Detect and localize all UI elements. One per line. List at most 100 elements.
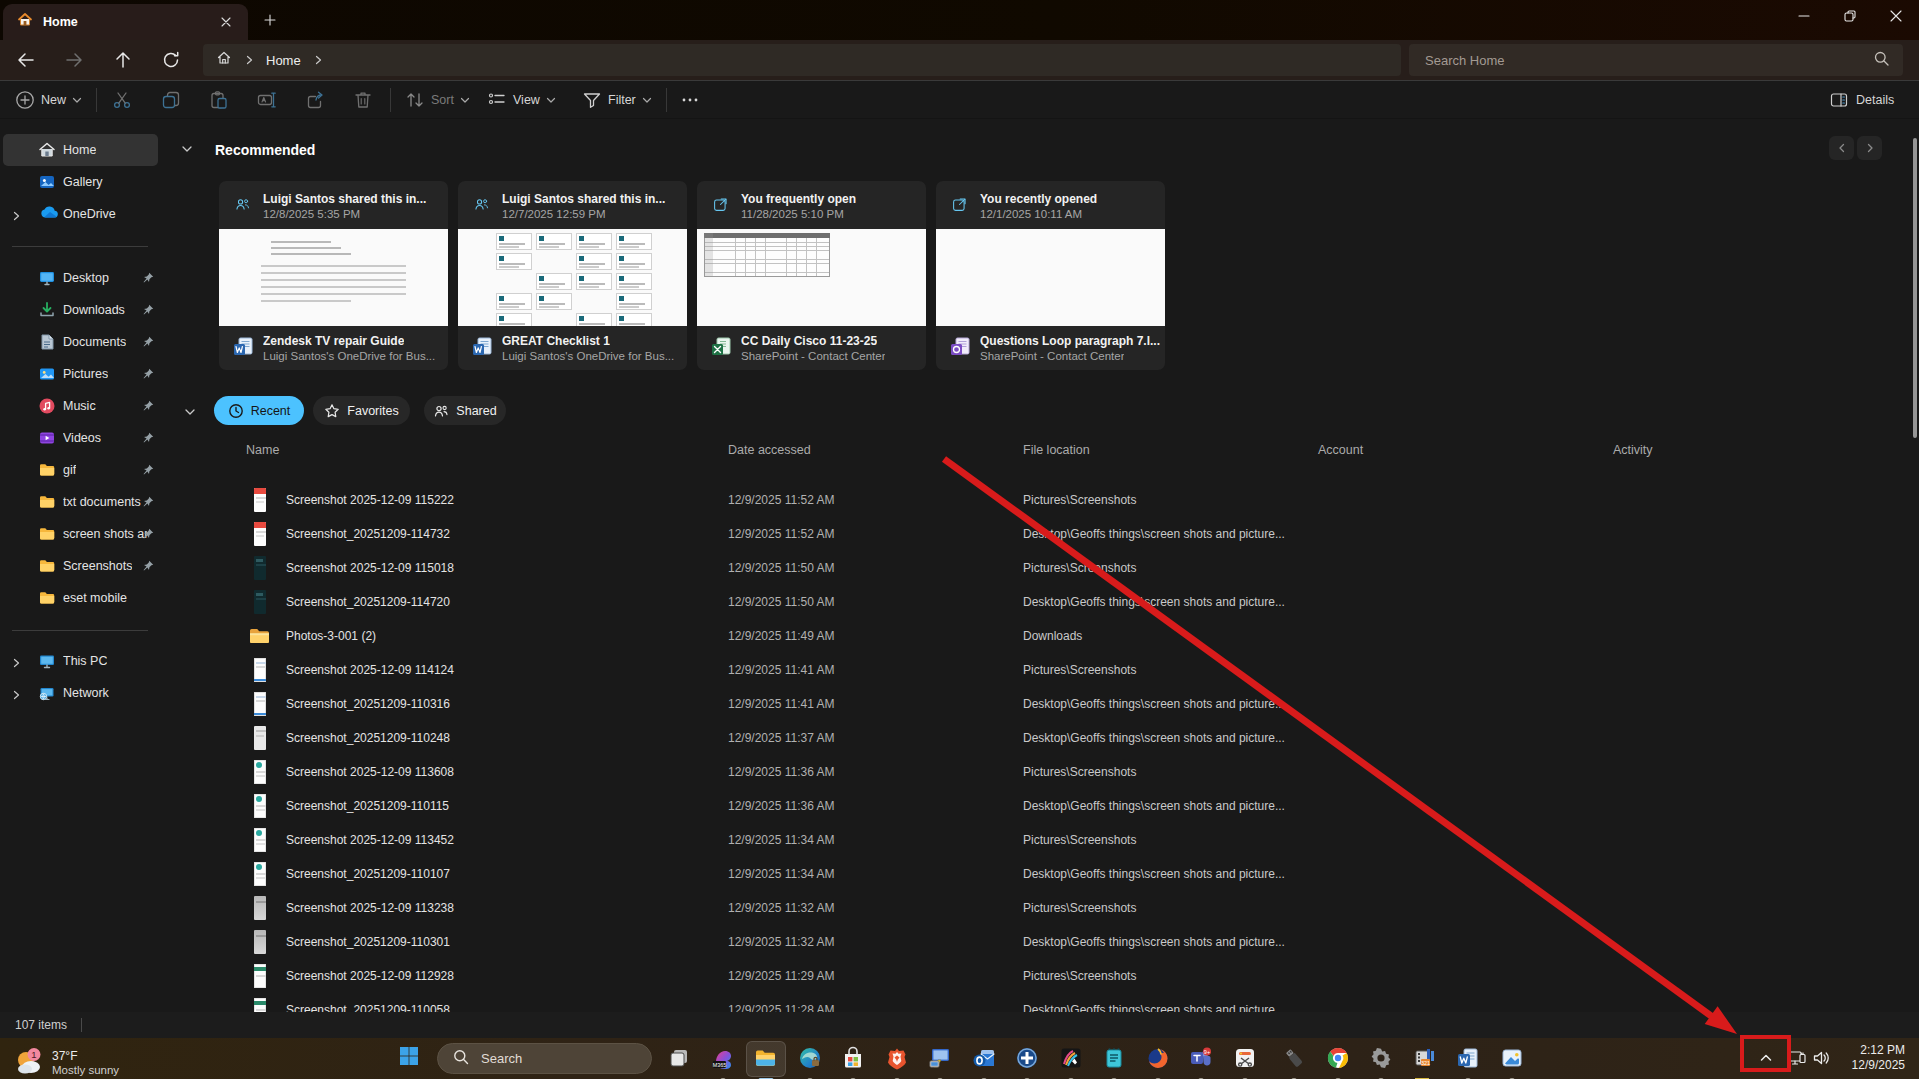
maximize-button[interactable] (1827, 0, 1873, 32)
firefox-app[interactable] (1145, 1045, 1171, 1071)
file-row[interactable]: Photos-3-001 (2)12/9/2025 11:49 AMDownlo… (235, 619, 1912, 653)
file-row[interactable]: Screenshot 2025-12-09 11323812/9/2025 11… (235, 891, 1912, 925)
recommended-section-header[interactable]: Recommended (181, 141, 315, 159)
file-row[interactable]: Screenshot_20251209-11010712/9/2025 11:3… (235, 857, 1912, 891)
sidebar-item-gif[interactable]: gif (3, 454, 158, 486)
teams-app[interactable]: 9+ (1188, 1045, 1214, 1071)
file-explorer-app[interactable] (753, 1045, 779, 1071)
weather-widget[interactable]: 1 37°F Mostly sunny (14, 1044, 119, 1079)
column-header-activity[interactable]: Activity (1613, 443, 1653, 457)
taskbar-search[interactable]: Search (437, 1043, 652, 1074)
filter-pill-shared[interactable]: Shared (424, 396, 506, 425)
usb-drive-app[interactable] (1281, 1045, 1307, 1071)
file-row[interactable]: Screenshot 2025-12-09 11522212/9/2025 11… (235, 483, 1912, 517)
tray-chevron-up-icon[interactable] (1753, 1045, 1779, 1071)
breadcrumb[interactable]: Home (203, 44, 1401, 76)
minimize-button[interactable] (1781, 0, 1827, 32)
sidebar-item-this-pc[interactable]: This PC (3, 645, 158, 677)
details-button[interactable]: Details (1830, 87, 1894, 113)
up-button[interactable] (107, 44, 139, 76)
sidebar-item-eset-mobile[interactable]: eset mobile (3, 582, 158, 614)
close-button[interactable] (1873, 0, 1919, 32)
sidebar-item-onedrive[interactable]: OneDrive (3, 198, 158, 230)
copy-button[interactable] (161, 87, 181, 113)
refresh-button[interactable] (155, 44, 187, 76)
sidebar-item-downloads[interactable]: Downloads (3, 294, 158, 326)
column-header-date-accessed[interactable]: Date accessed (728, 443, 811, 457)
edge-app[interactable] (797, 1045, 823, 1071)
settings-app[interactable] (1368, 1045, 1394, 1071)
search-input[interactable]: Search Home (1409, 44, 1903, 76)
file-row[interactable]: Screenshot_20251209-11005812/9/2025 11:2… (235, 993, 1912, 1012)
paste-button[interactable] (209, 87, 229, 113)
file-row[interactable]: Screenshot 2025-12-09 11501812/9/2025 11… (235, 551, 1912, 585)
chevron-right-icon[interactable] (11, 654, 25, 668)
eset-app[interactable] (1014, 1045, 1040, 1071)
file-row[interactable]: Screenshot_20251209-11472012/9/2025 11:5… (235, 585, 1912, 619)
sidebar-item-screen-shots-anc[interactable]: screen shots anc (3, 518, 158, 550)
filter-pill-recent[interactable]: Recent (214, 396, 304, 425)
outlook-app[interactable] (971, 1045, 997, 1071)
recommended-card[interactable]: Luigi Santos shared this in... 12/7/2025… (458, 181, 687, 370)
recommended-card[interactable]: You recently opened 12/1/2025 10:11 AM Q… (936, 181, 1165, 370)
volume-icon[interactable] (1809, 1045, 1835, 1071)
file-row[interactable]: Screenshot 2025-12-09 11292812/9/2025 11… (235, 959, 1912, 993)
start-button[interactable] (396, 1045, 422, 1071)
scroll-left-button[interactable] (1829, 136, 1854, 160)
filter-pill-favorites[interactable]: Favorites (313, 396, 410, 425)
sidebar-item-network[interactable]: Network (3, 677, 158, 709)
sidebar-item-videos[interactable]: Videos (3, 422, 158, 454)
sidebar-item-screenshots[interactable]: Screenshots (3, 550, 158, 582)
designer-app[interactable] (1058, 1045, 1084, 1071)
forward-button[interactable] (58, 44, 90, 76)
taskbar-clock[interactable]: 2:12 PM 12/9/2025 (1852, 1043, 1905, 1073)
sidebar-item-home[interactable]: Home (3, 134, 158, 166)
more-options-button[interactable] (680, 87, 700, 113)
file-row[interactable]: Screenshot_20251209-11473212/9/2025 11:5… (235, 517, 1912, 551)
snipping-tool-app[interactable] (1232, 1045, 1258, 1071)
file-row[interactable]: Screenshot_20251209-11011512/9/2025 11:3… (235, 789, 1912, 823)
cut-button[interactable] (112, 87, 132, 113)
column-header-file-location[interactable]: File location (1023, 443, 1090, 457)
close-tab-icon[interactable] (214, 10, 238, 34)
sidebar-item-pictures[interactable]: Pictures (3, 358, 158, 390)
recommended-card[interactable]: You frequently open 11/28/2025 5:10 PM C… (697, 181, 926, 370)
file-row[interactable]: Screenshot 2025-12-09 11412412/9/2025 11… (235, 653, 1912, 687)
file-row[interactable]: Screenshot_20251209-11031612/9/2025 11:4… (235, 687, 1912, 721)
notepad-app[interactable] (1101, 1045, 1127, 1071)
new-button[interactable]: New (15, 87, 82, 113)
sidebar-item-gallery[interactable]: Gallery (3, 166, 158, 198)
task-view-button[interactable] (666, 1045, 692, 1071)
delete-button[interactable] (353, 87, 373, 113)
tab-home[interactable]: Home (3, 4, 248, 40)
share-button[interactable] (305, 87, 325, 113)
rename-button[interactable] (257, 87, 277, 113)
brave-app[interactable] (884, 1045, 910, 1071)
sidebar-item-music[interactable]: Music (3, 390, 158, 422)
filter-button[interactable]: Filter (582, 87, 652, 113)
remote-desktop-app[interactable] (927, 1045, 953, 1071)
file-row[interactable]: Screenshot_20251209-11030112/9/2025 11:3… (235, 925, 1912, 959)
chevron-right-icon[interactable] (11, 686, 25, 700)
new-tab-button[interactable] (258, 8, 282, 32)
recommended-card[interactable]: Luigi Santos shared this in... 12/8/2025… (219, 181, 448, 370)
file-row[interactable]: Screenshot 2025-12-09 11345212/9/2025 11… (235, 823, 1912, 857)
scroll-right-button[interactable] (1857, 136, 1882, 160)
view-button[interactable]: View (487, 87, 556, 113)
sidebar-item-desktop[interactable]: Desktop (3, 262, 158, 294)
sidebar-item-documents[interactable]: Documents (3, 326, 158, 358)
column-header-account[interactable]: Account (1318, 443, 1363, 457)
back-button[interactable] (10, 44, 42, 76)
file-row[interactable]: Screenshot 2025-12-09 11360812/9/2025 11… (235, 755, 1912, 789)
word-app[interactable] (1455, 1045, 1481, 1071)
chevron-right-icon[interactable] (11, 207, 25, 221)
sidebar-item-txt-documents[interactable]: txt documents (3, 486, 158, 518)
network-icon[interactable] (1784, 1045, 1810, 1071)
photos-app[interactable] (1499, 1045, 1525, 1071)
sort-button[interactable]: Sort (405, 87, 470, 113)
column-header-name[interactable]: Name (246, 443, 279, 457)
file-row[interactable]: Screenshot_20251209-11024812/9/2025 11:3… (235, 721, 1912, 755)
vertical-scrollbar[interactable] (1913, 138, 1917, 438)
media-player-app[interactable]: 321 (1412, 1045, 1438, 1071)
m365-copilot-app[interactable]: M365 (710, 1045, 736, 1071)
